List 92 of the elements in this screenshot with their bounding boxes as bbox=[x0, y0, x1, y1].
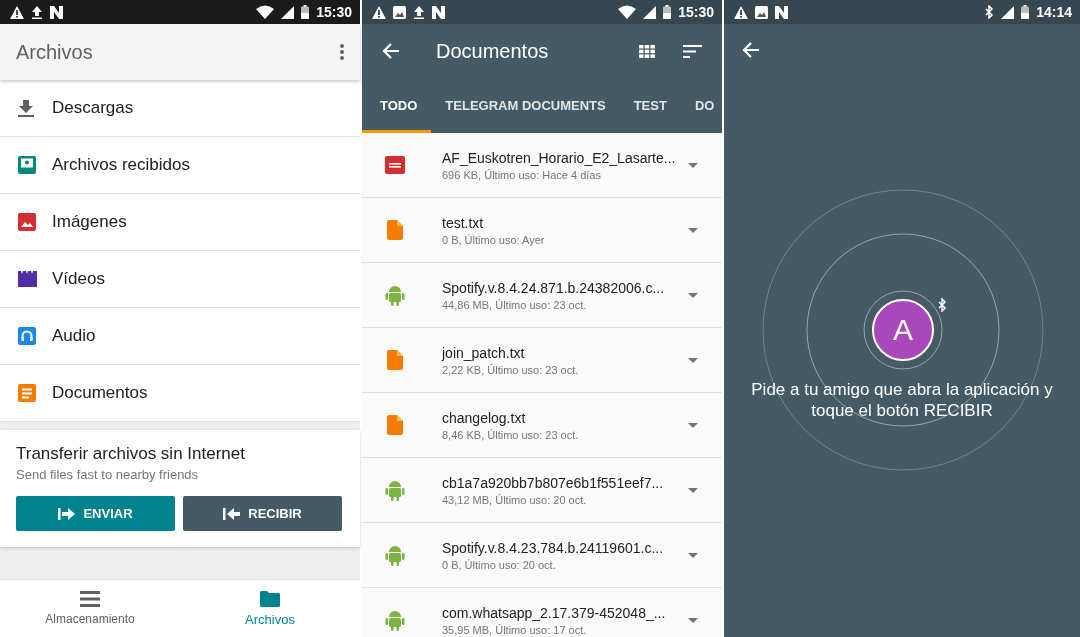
file-details: 43,12 MB, Último uso: 20 oct. bbox=[442, 493, 588, 506]
file-details: 35,95 MB, Último uso: 17 oct. bbox=[442, 623, 588, 636]
letter-n-icon bbox=[50, 5, 63, 19]
file-row[interactable]: join_patch.txt 2,22 KB, Último uso: 23 oct. bbox=[362, 328, 722, 393]
upload-icon bbox=[413, 5, 425, 19]
file-details: 0 B, Último uso: Ayer bbox=[442, 233, 546, 246]
letter-n-icon bbox=[775, 5, 788, 19]
dropdown-caret-icon[interactable] bbox=[688, 357, 698, 363]
status-time: 15:30 bbox=[678, 4, 714, 20]
receive-arrow-icon bbox=[223, 507, 241, 520]
android-icon bbox=[385, 284, 405, 306]
battery-icon bbox=[301, 5, 310, 19]
warning-icon bbox=[372, 5, 386, 19]
status-time: 14:14 bbox=[1036, 4, 1072, 20]
instruction-text: Pide a tu amigo que abra la aplicación y toque el botón RECIBIR bbox=[750, 379, 1054, 421]
file-icon bbox=[387, 415, 403, 435]
file-row[interactable]: test.txt 0 B, Último uso: Ayer bbox=[362, 198, 722, 263]
file-name: Spotify.v.8.4.24.871.b.24382006.c... bbox=[442, 279, 666, 296]
file-row[interactable]: Spotify.v.8.4.24.871.b.24382006.c... 44,86 MB, Último uso: 23 oct. bbox=[362, 263, 722, 328]
signal-icon bbox=[1001, 5, 1015, 19]
card-title: Transferir archivos sin Internet bbox=[16, 444, 246, 464]
file-row[interactable]: AF_Euskotren_Horario_E2_Lasarte... 696 KB, Último uso: Hace 4 días bbox=[362, 133, 722, 198]
dropdown-caret-icon[interactable] bbox=[688, 617, 698, 623]
document-icon bbox=[18, 384, 36, 402]
warning-icon bbox=[10, 5, 24, 19]
tab[interactable]: DO bbox=[680, 78, 715, 133]
status-time: 15:30 bbox=[316, 4, 352, 20]
more-options-icon[interactable] bbox=[340, 44, 344, 60]
tab[interactable]: TODO bbox=[362, 78, 432, 133]
battery-icon bbox=[1021, 5, 1030, 19]
download-icon bbox=[18, 99, 34, 117]
grid-view-icon[interactable] bbox=[639, 44, 655, 58]
android-icon bbox=[385, 544, 405, 566]
file-name: cb1a7a920bb7b807e6b1f551eef7... bbox=[442, 474, 665, 491]
file-name: test.txt bbox=[442, 214, 485, 231]
file-details: 0 B, Último uso: 20 oct. bbox=[442, 558, 557, 571]
file-name: changelog.txt bbox=[442, 409, 527, 426]
tab[interactable]: TEST bbox=[619, 78, 681, 133]
image-icon bbox=[393, 5, 406, 19]
file-details: 44,86 MB, Último uso: 23 oct. bbox=[442, 298, 588, 311]
image-icon bbox=[755, 5, 768, 19]
warning-icon bbox=[734, 5, 748, 19]
file-name: AF_Euskotren_Horario_E2_Lasarte... bbox=[442, 149, 677, 166]
dropdown-caret-icon[interactable] bbox=[688, 227, 698, 233]
signal-icon bbox=[281, 5, 295, 19]
android-icon bbox=[385, 609, 405, 631]
clapperboard-icon bbox=[18, 271, 37, 287]
android-icon bbox=[385, 479, 405, 501]
signal-icon bbox=[643, 5, 657, 19]
dropdown-caret-icon[interactable] bbox=[688, 162, 698, 168]
file-details: 696 KB, Último uso: Hace 4 días bbox=[442, 168, 602, 181]
file-icon bbox=[387, 220, 403, 240]
nav-item[interactable]: Almacenamiento bbox=[0, 580, 180, 637]
bluetooth-status-icon bbox=[985, 5, 995, 19]
card-subtitle: Send files fast to nearby friends bbox=[16, 467, 200, 482]
file-name: com.whatsapp_2.17.379-452048_... bbox=[442, 604, 667, 621]
back-arrow-icon[interactable] bbox=[742, 42, 760, 58]
file-details: 2,22 KB, Último uso: 23 oct. bbox=[442, 363, 580, 376]
file-row[interactable]: changelog.txt 8,46 KB, Último uso: 23 oct. bbox=[362, 393, 722, 458]
wifi-icon bbox=[256, 5, 275, 19]
upload-icon bbox=[31, 5, 43, 19]
send-button[interactable]: ENVIAR bbox=[16, 496, 175, 531]
back-arrow-icon[interactable] bbox=[382, 43, 400, 59]
letter-n-icon bbox=[432, 5, 445, 19]
dropdown-caret-icon[interactable] bbox=[688, 487, 698, 493]
file-name: Spotify.v.8.4.23.784.b.24119601.c... bbox=[442, 539, 665, 556]
received-files-icon bbox=[18, 156, 36, 174]
pdf-file-icon bbox=[385, 156, 405, 174]
file-row[interactable]: Spotify.v.8.4.23.784.b.24119601.c... 0 B, Último uso: 20 oct. bbox=[362, 523, 722, 588]
dropdown-caret-icon[interactable] bbox=[688, 422, 698, 428]
file-icon bbox=[387, 350, 403, 370]
file-details: 8,46 KB, Último uso: 23 oct. bbox=[442, 428, 580, 441]
dropdown-caret-icon[interactable] bbox=[688, 292, 698, 298]
headphones-icon bbox=[18, 327, 36, 345]
image-icon bbox=[18, 213, 36, 231]
file-row[interactable]: com.whatsapp_2.17.379-452048_... 35,95 MB, Último uso: 17 oct. bbox=[362, 588, 722, 637]
dropdown-caret-icon[interactable] bbox=[688, 552, 698, 558]
send-arrow-icon bbox=[58, 507, 76, 520]
nav-item[interactable]: Archivos bbox=[180, 580, 360, 637]
app-title: Documentos bbox=[436, 39, 550, 63]
sort-icon[interactable] bbox=[683, 44, 702, 58]
folder-icon bbox=[260, 590, 280, 607]
battery-icon bbox=[663, 5, 672, 19]
tab[interactable]: TELEGRAM DOCUMENTS bbox=[431, 78, 620, 133]
receive-button[interactable]: RECIBIR bbox=[183, 496, 342, 531]
list-icon bbox=[80, 591, 100, 607]
file-name: join_patch.txt bbox=[442, 344, 526, 361]
wifi-icon bbox=[618, 5, 637, 19]
bluetooth-icon bbox=[938, 298, 947, 312]
avatar: A bbox=[872, 299, 934, 361]
app-title: Archivos bbox=[16, 40, 94, 64]
file-row[interactable]: cb1a7a920bb7b807e6b1f551eef7... 43,12 MB, Último uso: 20 oct. bbox=[362, 458, 722, 523]
